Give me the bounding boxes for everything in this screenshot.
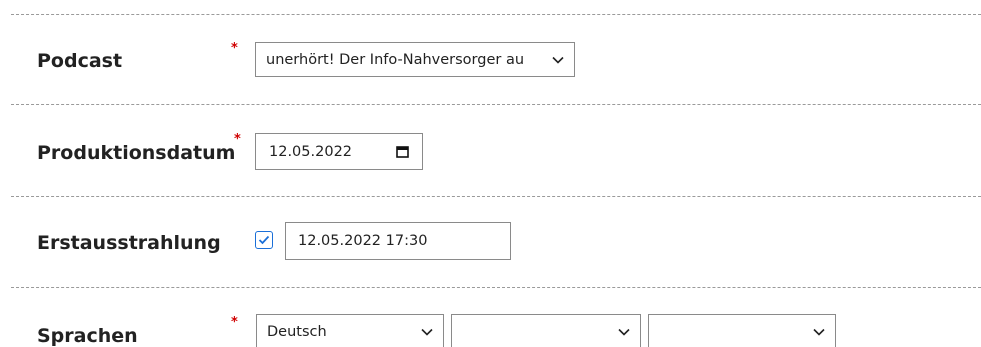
erstausstrahlung-label: Erstausstrahlung	[37, 232, 221, 254]
calendar-icon[interactable]	[394, 144, 410, 160]
chevron-down-icon	[616, 324, 632, 340]
podcast-select[interactable]: unerhört! Der Info-Nahversorger au	[255, 42, 575, 77]
produktionsdatum-label: Produktionsdatum	[37, 142, 236, 164]
checkmark-icon	[258, 235, 270, 245]
podcast-label: Podcast	[37, 50, 123, 72]
sprachen-label: Sprachen	[37, 325, 138, 347]
sprachen-select-2[interactable]	[451, 314, 641, 347]
chevron-down-icon	[550, 52, 566, 68]
row-divider	[11, 14, 981, 15]
erstausstrahlung-datetime-input[interactable]: 12.05.2022 17:30	[285, 222, 511, 260]
sprachen-select-1[interactable]: Deutsch	[256, 314, 444, 347]
produktionsdatum-date-input[interactable]: 12.05.2022	[255, 133, 423, 170]
sprachen-select-1-value: Deutsch	[267, 324, 327, 340]
row-divider	[11, 104, 981, 105]
chevron-down-icon	[419, 324, 435, 340]
required-marker: *	[234, 132, 241, 147]
sprachen-select-3[interactable]	[648, 314, 836, 347]
podcast-episode-form: Podcast * unerhört! Der Info-Nahversorge…	[0, 0, 981, 347]
chevron-down-icon	[811, 324, 827, 340]
required-marker: *	[231, 41, 238, 56]
required-marker: *	[231, 315, 238, 330]
produktionsdatum-value: 12.05.2022	[269, 143, 353, 160]
podcast-select-value: unerhört! Der Info-Nahversorger au	[266, 51, 525, 68]
erstausstrahlung-checkbox[interactable]	[255, 231, 273, 249]
row-divider	[11, 287, 981, 288]
erstausstrahlung-value: 12.05.2022 17:30	[298, 233, 428, 249]
row-divider	[11, 196, 981, 197]
